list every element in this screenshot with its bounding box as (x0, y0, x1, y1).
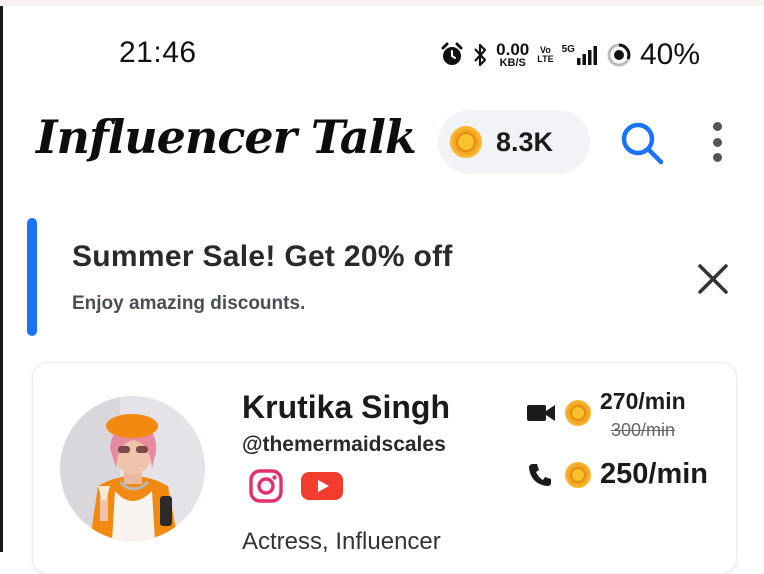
close-icon[interactable] (690, 256, 736, 302)
video-call-icon[interactable] (526, 402, 556, 424)
search-icon[interactable] (617, 118, 667, 168)
net-speed: 0.00 KB/S (496, 39, 530, 69)
signal-indicator: 5G (562, 44, 598, 66)
avatar-photo (60, 396, 205, 541)
avatar[interactable] (60, 396, 205, 541)
banner-title: Summer Sale! Get 20% off (72, 240, 453, 273)
call-price: 250/min (600, 458, 708, 490)
call-coin-icon (565, 462, 591, 488)
bluetooth-icon (474, 43, 487, 67)
instagram-icon[interactable] (248, 468, 284, 504)
more-dot (712, 153, 722, 162)
coin-count: 8.3K (496, 126, 554, 157)
status-icons: 0.00 KB/S Vo LTE 5G 40% (440, 38, 700, 72)
video-coin-icon (565, 400, 591, 426)
left-edge (0, 6, 3, 552)
app-title: Influencer Talk (36, 110, 417, 164)
more-dot (712, 137, 722, 147)
net-speed-value: 0.00 (496, 39, 530, 59)
influencer-name: Krutika Singh (242, 389, 451, 425)
more-dot (712, 122, 722, 131)
coin-icon (450, 126, 482, 158)
top-strip (0, 0, 764, 6)
battery-percent: 40% (639, 38, 700, 71)
video-price-old: 300/min (611, 420, 676, 440)
status-time: 21:46 (119, 36, 197, 69)
signal-icon (576, 46, 597, 65)
phone-icon[interactable] (527, 462, 553, 488)
battery-ring-icon (607, 43, 631, 67)
network-type: 5G (561, 44, 575, 55)
banner-subtitle: Enjoy amazing discounts. (72, 293, 306, 314)
youtube-icon[interactable] (300, 470, 344, 502)
coin-balance-button[interactable]: 8.3K (438, 110, 590, 174)
banner-accent-bar (27, 218, 37, 336)
net-speed-unit: KB/S (499, 56, 526, 69)
video-price: 270/min (600, 388, 686, 414)
alarm-icon (441, 42, 463, 65)
influencer-handle: @themermaidscales (242, 433, 446, 456)
more-options-icon[interactable] (700, 122, 734, 162)
volte-indicator: Vo LTE (537, 46, 553, 64)
volte-bottom: LTE (537, 54, 554, 64)
